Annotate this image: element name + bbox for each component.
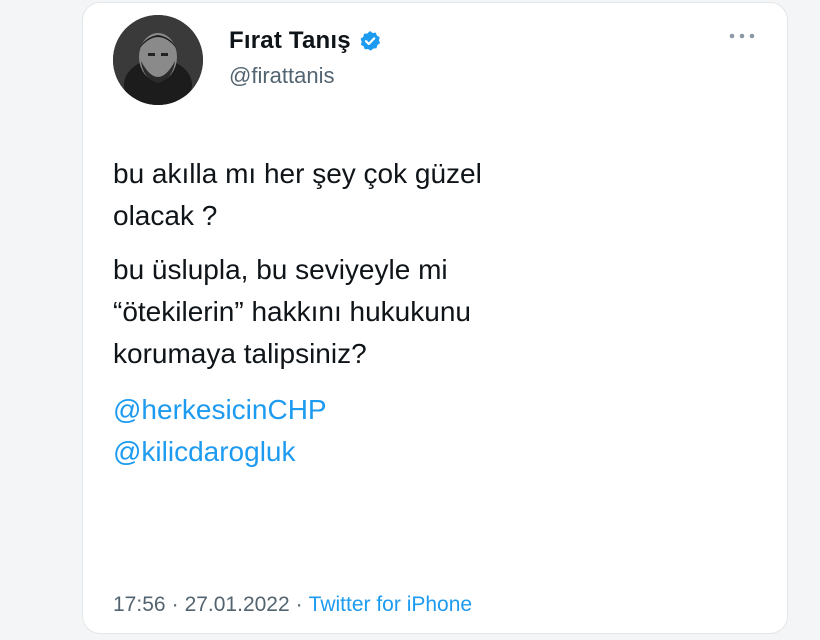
meta-separator: · (171, 593, 179, 616)
verified-badge-icon (359, 30, 381, 52)
mention-kilicdarogluk[interactable]: @kilicdarogluk (113, 431, 713, 473)
tweet-metadata: 17:56 · 27.01.2022 · Twitter for iPhone (113, 593, 472, 617)
tweet-date[interactable]: 27.01.2022 (185, 593, 290, 617)
tweet-card: Fırat Tanış @firattanis bu akılla mı her… (82, 2, 788, 634)
tweet-text: bu akılla mı her şey çok güzel olacak ? … (113, 153, 713, 473)
meta-separator: · (295, 593, 303, 616)
tweet-paragraph-1: bu akılla mı her şey çok güzel olacak ? (113, 158, 482, 231)
profile-photo-icon (113, 15, 203, 105)
tweet-paragraph-2: bu üslupla, bu seviyeyle mi “ötekilerin”… (113, 254, 471, 369)
avatar[interactable] (113, 15, 203, 105)
author-display-name[interactable]: Fırat Tanış (229, 27, 351, 55)
more-dots-icon[interactable] (727, 29, 757, 43)
author-handle[interactable]: @firattanis (229, 63, 334, 89)
mention-list: @herkesicinCHP @kilicdarogluk (113, 389, 713, 473)
mention-herkesicinchp[interactable]: @herkesicinCHP (113, 389, 713, 431)
tweet-source[interactable]: Twitter for iPhone (309, 593, 472, 617)
author-name-row: Fırat Tanış (229, 27, 381, 55)
tweet-time[interactable]: 17:56 (113, 593, 166, 617)
